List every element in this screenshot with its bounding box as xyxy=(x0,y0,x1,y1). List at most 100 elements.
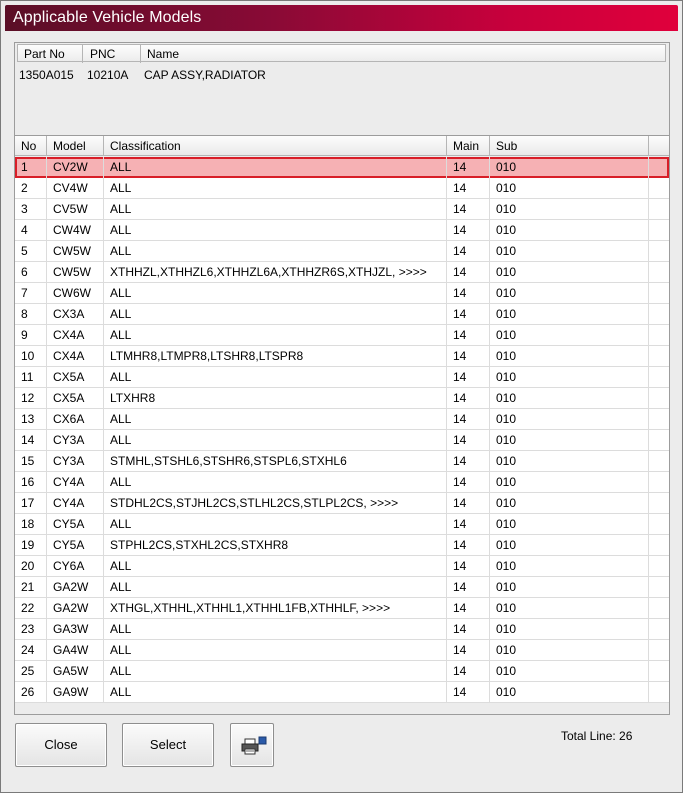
vehicle-models-table: No Model Classification Main Sub 1 CV2W AL… xyxy=(14,135,670,715)
cell-model: CX4A xyxy=(47,325,104,346)
cell-model: GA5W xyxy=(47,661,104,682)
column-header-model[interactable]: Model xyxy=(47,136,104,156)
part-no-value: 1350A015 xyxy=(19,68,74,82)
cell-no: 4 xyxy=(15,220,47,241)
cell-filler xyxy=(649,241,669,262)
cell-main: 14 xyxy=(447,514,490,535)
table-row[interactable]: 5 CW5W ALL 14 010 xyxy=(15,241,669,262)
table-row[interactable]: 9 CX4A ALL 14 010 xyxy=(15,325,669,346)
cell-model: CX4A xyxy=(47,346,104,367)
total-line-label: Total Line: 26 xyxy=(561,729,633,743)
select-button[interactable]: Select xyxy=(122,723,214,767)
cell-classification: ALL xyxy=(104,577,447,598)
table-row[interactable]: 21 GA2W ALL 14 010 xyxy=(15,577,669,598)
cell-classification: ALL xyxy=(104,283,447,304)
cell-no: 20 xyxy=(15,556,47,577)
table-row[interactable]: 13 CX6A ALL 14 010 xyxy=(15,409,669,430)
cell-sub: 010 xyxy=(490,220,649,241)
cell-sub: 010 xyxy=(490,304,649,325)
table-row[interactable]: 18 CY5A ALL 14 010 xyxy=(15,514,669,535)
table-row[interactable]: 17 CY4A STDHL2CS,STJHL2CS,STLHL2CS,STLPL2C… xyxy=(15,493,669,514)
cell-filler xyxy=(649,640,669,661)
cell-filler xyxy=(649,514,669,535)
column-header-no[interactable]: No xyxy=(15,136,47,156)
cell-no: 1 xyxy=(15,157,47,178)
table-row[interactable]: 26 GA9W ALL 14 010 xyxy=(15,682,669,703)
table-row[interactable]: 1 CV2W ALL 14 010 xyxy=(15,157,669,178)
column-header-classification[interactable]: Classification xyxy=(104,136,447,156)
table-row[interactable]: 24 GA4W ALL 14 010 xyxy=(15,640,669,661)
cell-main: 14 xyxy=(447,472,490,493)
cell-model: CX5A xyxy=(47,367,104,388)
table-row[interactable]: 19 CY5A STPHL2CS,STXHL2CS,STXHR8 14 010 xyxy=(15,535,669,556)
table-row[interactable]: 2 CV4W ALL 14 010 xyxy=(15,178,669,199)
cell-sub: 010 xyxy=(490,241,649,262)
table-row[interactable]: 10 CX4A LTMHR8,LTMPR8,LTSHR8,LTSPR8 14 010 xyxy=(15,346,669,367)
cell-filler xyxy=(649,619,669,640)
cell-model: CV5W xyxy=(47,199,104,220)
cell-main: 14 xyxy=(447,598,490,619)
cell-filler xyxy=(649,367,669,388)
header-separator xyxy=(140,45,141,63)
cell-main: 14 xyxy=(447,388,490,409)
cell-main: 14 xyxy=(447,493,490,514)
close-button[interactable]: Close xyxy=(15,723,107,767)
cell-model: CY5A xyxy=(47,535,104,556)
cell-classification: ALL xyxy=(104,409,447,430)
header-pnc: PNC xyxy=(90,47,116,61)
cell-model: CX5A xyxy=(47,388,104,409)
cell-main: 14 xyxy=(447,661,490,682)
title-bar[interactable]: Applicable Vehicle Models xyxy=(5,5,678,31)
cell-filler xyxy=(649,178,669,199)
table-row[interactable]: 15 CY3A STMHL,STSHL6,STSHR6,STSPL6,STXHL6 1… xyxy=(15,451,669,472)
cell-main: 14 xyxy=(447,262,490,283)
table-row[interactable]: 25 GA5W ALL 14 010 xyxy=(15,661,669,682)
cell-no: 17 xyxy=(15,493,47,514)
cell-no: 26 xyxy=(15,682,47,703)
cell-filler xyxy=(649,283,669,304)
column-header-filler xyxy=(649,136,669,156)
print-button[interactable] xyxy=(230,723,274,767)
cell-no: 12 xyxy=(15,388,47,409)
table-row[interactable]: 11 CX5A ALL 14 010 xyxy=(15,367,669,388)
cell-classification: STDHL2CS,STJHL2CS,STLHL2CS,STLPL2CS, >>>… xyxy=(104,493,447,514)
cell-main: 14 xyxy=(447,577,490,598)
cell-classification: STMHL,STSHL6,STSHR6,STSPL6,STXHL6 xyxy=(104,451,447,472)
pnc-value: 10210A xyxy=(87,68,129,82)
cell-no: 5 xyxy=(15,241,47,262)
table-row[interactable]: 14 CY3A ALL 14 010 xyxy=(15,430,669,451)
cell-sub: 010 xyxy=(490,430,649,451)
cell-model: CW6W xyxy=(47,283,104,304)
cell-no: 11 xyxy=(15,367,47,388)
cell-model: CW5W xyxy=(47,262,104,283)
column-header-sub[interactable]: Sub xyxy=(490,136,649,156)
window-title: Applicable Vehicle Models xyxy=(13,9,202,26)
cell-main: 14 xyxy=(447,325,490,346)
cell-filler xyxy=(649,157,669,178)
column-header-main[interactable]: Main xyxy=(447,136,490,156)
table-row[interactable]: 16 CY4A ALL 14 010 xyxy=(15,472,669,493)
table-row[interactable]: 12 CX5A LTXHR8 14 010 xyxy=(15,388,669,409)
table-row[interactable]: 6 CW5W XTHHZL,XTHHZL6,XTHHZL6A,XTHHZR6S,XT… xyxy=(15,262,669,283)
cell-model: CX3A xyxy=(47,304,104,325)
cell-no: 24 xyxy=(15,640,47,661)
cell-sub: 010 xyxy=(490,661,649,682)
cell-filler xyxy=(649,199,669,220)
table-row[interactable]: 20 CY6A ALL 14 010 xyxy=(15,556,669,577)
table-row[interactable]: 8 CX3A ALL 14 010 xyxy=(15,304,669,325)
table-row[interactable]: 4 CW4W ALL 14 010 xyxy=(15,220,669,241)
table-row[interactable]: 3 CV5W ALL 14 010 xyxy=(15,199,669,220)
cell-classification: ALL xyxy=(104,682,447,703)
cell-sub: 010 xyxy=(490,199,649,220)
table-row[interactable]: 23 GA3W ALL 14 010 xyxy=(15,619,669,640)
cell-classification: ALL xyxy=(104,640,447,661)
cell-sub: 010 xyxy=(490,577,649,598)
cell-sub: 010 xyxy=(490,640,649,661)
cell-filler xyxy=(649,346,669,367)
cell-classification: ALL xyxy=(104,514,447,535)
cell-model: CY3A xyxy=(47,451,104,472)
cell-classification: ALL xyxy=(104,430,447,451)
table-header: No Model Classification Main Sub xyxy=(15,136,669,156)
table-row[interactable]: 22 GA2W XTHGL,XTHHL,XTHHL1,XTHHL1FB,XTHHLF… xyxy=(15,598,669,619)
table-row[interactable]: 7 CW6W ALL 14 010 xyxy=(15,283,669,304)
